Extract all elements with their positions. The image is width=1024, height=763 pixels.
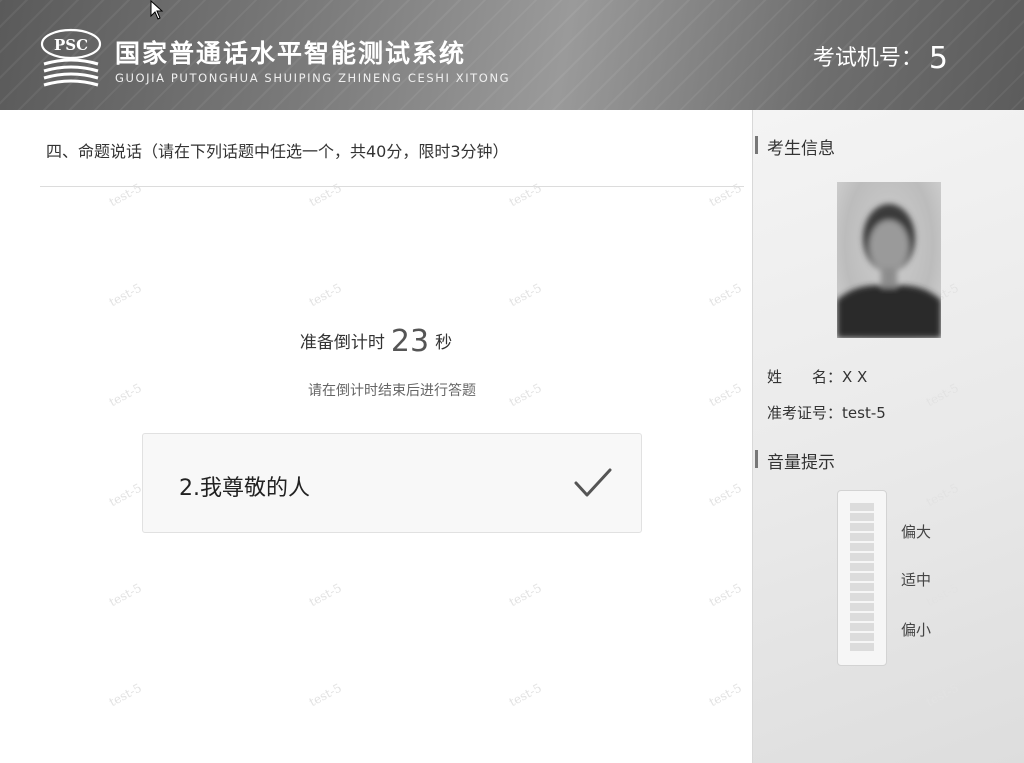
volume-bar-segment — [850, 623, 874, 631]
volume-label-low: 偏小 — [901, 621, 932, 639]
volume-bar-segment — [850, 533, 874, 541]
watermark: test-5 — [706, 280, 744, 310]
topic-label: 2.我尊敬的人 — [179, 476, 310, 501]
candidate-ticket: 准考证号：test-5 — [767, 402, 886, 423]
volume-bar-segment — [850, 543, 874, 551]
ticket-label: 准考证号： — [767, 404, 843, 422]
watermark: test-5 — [106, 280, 144, 310]
volume-meter — [837, 490, 887, 666]
volume-bar-segment — [850, 603, 874, 611]
question-panel: 四、命题说话（请在下列话题中任选一个，共40分，限时3分钟） test-5 te… — [0, 110, 752, 763]
candidate-name: 姓 名：X X — [767, 366, 867, 387]
volume-bar-segment — [850, 643, 874, 651]
watermark: test-5 — [506, 280, 544, 310]
watermark: test-5 — [706, 480, 744, 510]
watermark: test-5 — [506, 180, 544, 210]
name-label: 姓 名： — [767, 368, 843, 386]
candidate-info-title: 考生信息 — [755, 134, 835, 159]
watermark: test-5 — [706, 680, 744, 710]
volume-bars — [850, 503, 874, 653]
prep-countdown: 准备倒计时 23 秒 — [0, 324, 752, 359]
volume-bar-segment — [850, 513, 874, 521]
volume-bar-segment — [850, 553, 874, 561]
countdown-prefix: 准备倒计时 — [299, 333, 385, 353]
watermark: test-5 — [306, 280, 344, 310]
exam-machine-number: 考试机号： 5 — [813, 40, 948, 76]
watermark: test-5 — [506, 680, 544, 710]
watermark: test-5 — [923, 680, 961, 710]
checkmark-icon — [574, 468, 612, 497]
volume-section-title: 音量提示 — [755, 448, 835, 473]
volume-bar-segment — [850, 593, 874, 601]
name-value: X X — [842, 368, 868, 386]
volume-bar-segment — [850, 503, 874, 511]
watermark: test-5 — [706, 180, 744, 210]
watermark: test-5 — [706, 580, 744, 610]
volume-bar-segment — [850, 583, 874, 591]
volume-bar-segment — [850, 523, 874, 531]
candidate-sidebar: test-5 test-5 test-5 test-5 test-5 考生信息 … — [752, 110, 1024, 763]
volume-bar-segment — [850, 563, 874, 571]
candidate-photo — [837, 182, 941, 338]
watermark: test-5 — [923, 480, 961, 510]
mouse-cursor-icon — [150, 0, 164, 20]
countdown-seconds: 23 — [390, 324, 430, 359]
watermark: test-5 — [306, 180, 344, 210]
watermark: test-5 — [106, 480, 144, 510]
heading-divider — [40, 186, 744, 187]
volume-label-high: 偏大 — [901, 523, 932, 541]
watermark: test-5 — [306, 680, 344, 710]
exam-no-label: 考试机号： — [812, 46, 923, 71]
watermark: test-5 — [106, 580, 144, 610]
volume-bar-segment — [850, 573, 874, 581]
watermark: test-5 — [506, 580, 544, 610]
volume-label-mid: 适中 — [901, 571, 932, 589]
psc-logo-icon: PSC — [40, 28, 102, 87]
logo-text: PSC — [54, 36, 88, 54]
watermark: test-5 — [106, 180, 144, 210]
question-heading: 四、命题说话（请在下列话题中任选一个，共40分，限时3分钟） — [46, 142, 509, 161]
person-silhouette-icon — [837, 204, 941, 338]
countdown-unit: 秒 — [435, 333, 453, 353]
app-title: 国家普通话水平智能测试系统 — [115, 39, 467, 68]
watermark: test-5 — [306, 580, 344, 610]
ticket-value: test-5 — [842, 404, 886, 422]
countdown-hint: 请在倒计时结束后进行答题 — [308, 383, 476, 399]
topic-option-card[interactable]: 2.我尊敬的人 — [142, 433, 642, 533]
watermark: test-5 — [106, 680, 144, 710]
exam-no-value: 5 — [928, 41, 948, 76]
watermark: test-5 — [923, 380, 961, 410]
app-subtitle: GUOJIA PUTONGHUA SHUIPING ZHINENG CESHI … — [115, 71, 511, 85]
volume-bar-segment — [850, 613, 874, 621]
volume-bar-segment — [850, 633, 874, 641]
